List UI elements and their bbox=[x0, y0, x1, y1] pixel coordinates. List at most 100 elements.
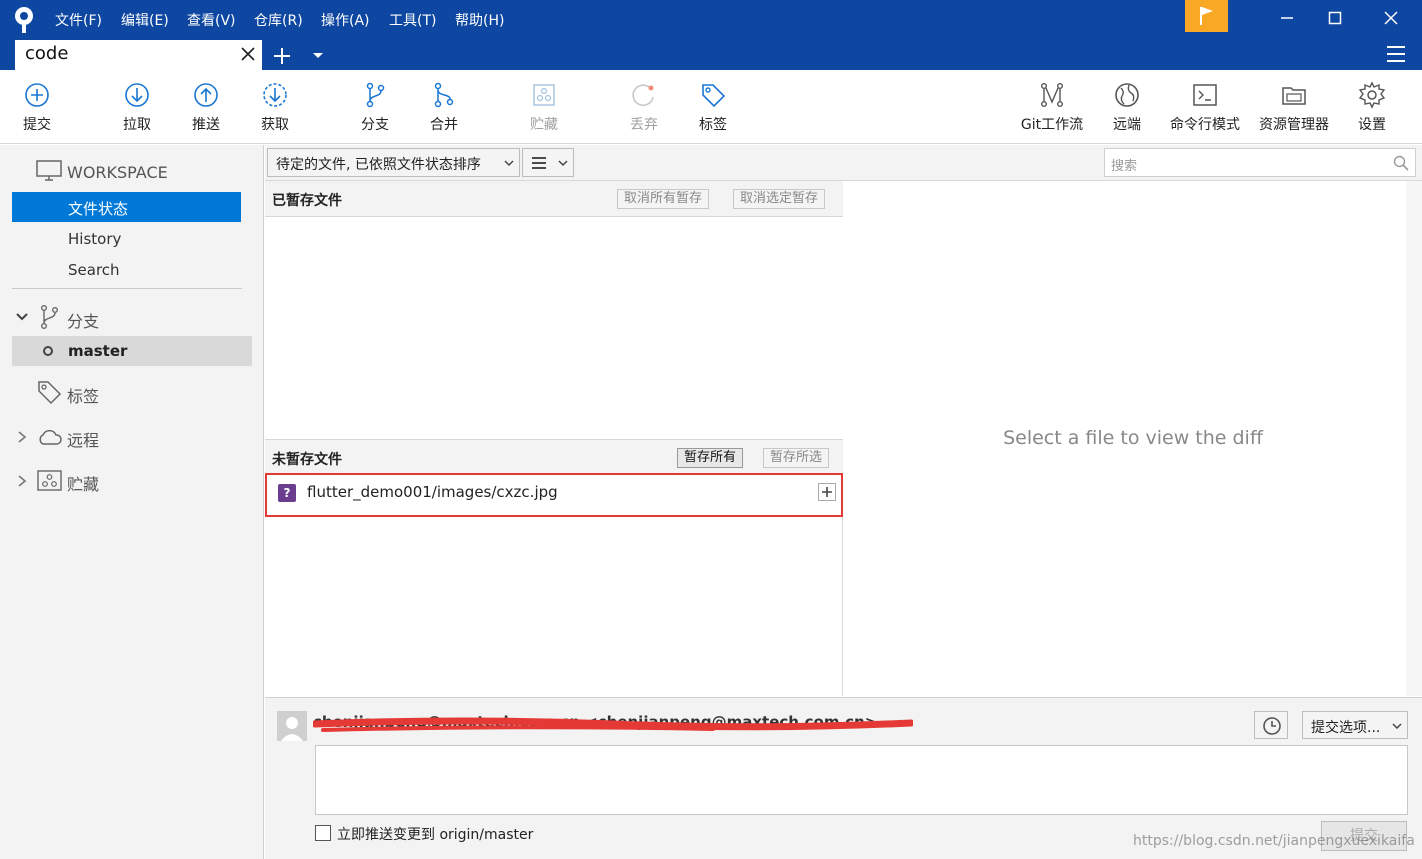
terminal-button[interactable]: 命令行模式 bbox=[1165, 80, 1245, 138]
unstage-all-button[interactable]: 取消所有暂存 bbox=[617, 189, 710, 209]
settings-button[interactable]: 设置 bbox=[1337, 80, 1407, 138]
sidebar-item-search[interactable]: Search bbox=[68, 261, 120, 279]
chevron-down-icon bbox=[1392, 723, 1402, 730]
stage-file-plus-icon[interactable] bbox=[818, 483, 836, 501]
commit-options-dropdown[interactable]: 提交选项... bbox=[1302, 711, 1408, 739]
remotes-heading[interactable]: 远程 bbox=[67, 427, 99, 451]
view-mode-dropdown[interactable] bbox=[522, 148, 574, 177]
globe-icon bbox=[1115, 83, 1139, 107]
stash-button[interactable]: 贮藏 bbox=[509, 80, 579, 138]
branch-button[interactable]: 分支 bbox=[340, 80, 410, 138]
stash-icon bbox=[533, 84, 555, 106]
menu-file[interactable]: 文件(F) bbox=[55, 10, 102, 30]
close-window-button[interactable] bbox=[1368, 0, 1414, 36]
menu-help[interactable]: 帮助(H) bbox=[455, 10, 504, 30]
stage-all-button[interactable]: 暂存所有 bbox=[677, 448, 744, 468]
tab-dropdown-icon[interactable] bbox=[311, 50, 325, 62]
settings-label: 设置 bbox=[1358, 117, 1386, 133]
fetch-dashed-circle-icon bbox=[263, 83, 287, 107]
git-flow-button[interactable]: Git工作流 bbox=[1014, 80, 1090, 138]
close-icon bbox=[1384, 11, 1398, 25]
minimize-icon bbox=[1281, 17, 1293, 19]
fetch-button[interactable]: 获取 bbox=[240, 80, 310, 138]
sort-dropdown[interactable]: 待定的文件, 已依照文件状态排序 bbox=[267, 148, 520, 177]
push-button[interactable]: 推送 bbox=[171, 80, 241, 138]
merge-label: 合并 bbox=[430, 117, 458, 133]
repo-tab[interactable]: code bbox=[15, 40, 262, 70]
chevron-down-icon bbox=[558, 160, 568, 167]
file-path: flutter_demo001/images/cxzc.jpg bbox=[307, 483, 558, 501]
commit-button[interactable]: 提交 bbox=[2, 80, 72, 138]
minimize-button[interactable] bbox=[1264, 0, 1310, 36]
title-bar: 文件(F) 编辑(E) 查看(V) 仓库(R) 操作(A) 工具(T) 帮助(H… bbox=[0, 0, 1422, 70]
new-tab-icon[interactable] bbox=[271, 45, 293, 67]
tag-button[interactable]: 标签 bbox=[678, 80, 748, 138]
plus-circle-icon bbox=[25, 83, 49, 107]
commit-label: 提交 bbox=[23, 117, 51, 133]
maximize-icon bbox=[1328, 11, 1342, 25]
explorer-button[interactable]: 资源管理器 bbox=[1252, 80, 1336, 138]
close-tab-icon[interactable] bbox=[239, 45, 257, 63]
menu-edit[interactable]: 编辑(E) bbox=[121, 10, 169, 30]
menu-tools[interactable]: 工具(T) bbox=[389, 10, 436, 30]
flag-button[interactable] bbox=[1185, 0, 1228, 32]
diff-pane: Select a file to view the diff bbox=[844, 181, 1422, 696]
list-item[interactable]: ? flutter_demo001/images/cxzc.jpg bbox=[265, 473, 843, 517]
arrow-down-circle-icon bbox=[125, 83, 149, 107]
watermark: https://blog.csdn.net/jianpengxuexikaifa bbox=[1133, 833, 1415, 849]
diff-scrollbar[interactable] bbox=[1406, 181, 1422, 696]
chevron-right-icon[interactable] bbox=[16, 474, 28, 488]
commit-area: chenjianpeng@maxtech.com.cn <chenjianpen… bbox=[265, 697, 1422, 859]
clock-icon bbox=[1263, 717, 1281, 735]
tags-heading[interactable]: 标签 bbox=[67, 383, 99, 407]
stash-icon bbox=[37, 470, 62, 491]
current-branch-icon bbox=[43, 346, 53, 356]
unstaged-title: 未暂存文件 bbox=[272, 452, 342, 468]
sidebar: WORKSPACE 文件状态 History Search 分支 master … bbox=[0, 145, 264, 859]
diff-placeholder: Select a file to view the diff bbox=[1003, 427, 1263, 449]
branches-heading[interactable]: 分支 bbox=[67, 308, 99, 332]
maximize-button[interactable] bbox=[1312, 0, 1358, 36]
chevron-right-icon[interactable] bbox=[16, 430, 28, 444]
menu-actions[interactable]: 操作(A) bbox=[321, 10, 370, 30]
toolbar: 提交 拉取 推送 获取 分支 合并 贮藏 丢弃 标签 Git工作流 远端 命令行… bbox=[0, 70, 1422, 144]
hamburger-menu-icon[interactable] bbox=[1385, 44, 1407, 64]
merge-button[interactable]: 合并 bbox=[409, 80, 479, 138]
sidebar-item-history[interactable]: History bbox=[68, 230, 121, 248]
pull-button[interactable]: 拉取 bbox=[102, 80, 172, 138]
discard-button[interactable]: 丢弃 bbox=[609, 80, 679, 138]
menu-view[interactable]: 查看(V) bbox=[187, 10, 236, 30]
sort-dropdown-value: 待定的文件, 已依照文件状态排序 bbox=[276, 157, 481, 173]
stage-selected-button[interactable]: 暂存所选 bbox=[763, 448, 830, 468]
cloud-icon bbox=[39, 429, 62, 445]
commit-history-button[interactable] bbox=[1254, 711, 1288, 739]
staged-header: 已暂存文件 取消所有暂存 取消选定暂存 bbox=[265, 181, 843, 217]
merge-icon bbox=[434, 82, 454, 108]
list-view-icon bbox=[532, 157, 546, 169]
push-immediately-label: 立即推送变更到 origin/master bbox=[337, 827, 534, 843]
menu-repository[interactable]: 仓库(R) bbox=[254, 10, 303, 30]
git-flow-icon bbox=[1040, 83, 1064, 108]
commit-message-input[interactable] bbox=[315, 745, 1408, 815]
chevron-down-icon[interactable] bbox=[15, 311, 29, 323]
remote-button[interactable]: 远端 bbox=[1092, 80, 1162, 138]
sidebar-item-file-status[interactable]: 文件状态 bbox=[12, 192, 241, 222]
unstaged-header: 未暂存文件 暂存所有 暂存所选 bbox=[265, 439, 843, 475]
push-immediately-checkbox[interactable] bbox=[315, 825, 331, 841]
branch-item-master[interactable]: master bbox=[12, 336, 252, 366]
unstage-selected-button[interactable]: 取消选定暂存 bbox=[733, 189, 826, 209]
file-lists-pane: 已暂存文件 取消所有暂存 取消选定暂存 未暂存文件 暂存所有 暂存所选 ? fl… bbox=[265, 181, 843, 696]
pull-label: 拉取 bbox=[123, 117, 151, 133]
divider bbox=[12, 288, 242, 289]
avatar bbox=[277, 711, 307, 741]
discard-label: 丢弃 bbox=[630, 117, 658, 133]
search-input[interactable]: 搜索 bbox=[1104, 148, 1416, 177]
branch-icon bbox=[40, 305, 58, 330]
filter-bar: 待定的文件, 已依照文件状态排序 搜索 bbox=[265, 145, 1422, 181]
arrow-up-circle-icon bbox=[194, 83, 218, 107]
redaction-scribble-icon bbox=[313, 717, 913, 732]
workspace-heading: WORKSPACE bbox=[67, 163, 168, 182]
gear-icon bbox=[1358, 81, 1386, 109]
stash-label: 贮藏 bbox=[530, 117, 558, 133]
stashes-heading[interactable]: 贮藏 bbox=[67, 471, 99, 495]
